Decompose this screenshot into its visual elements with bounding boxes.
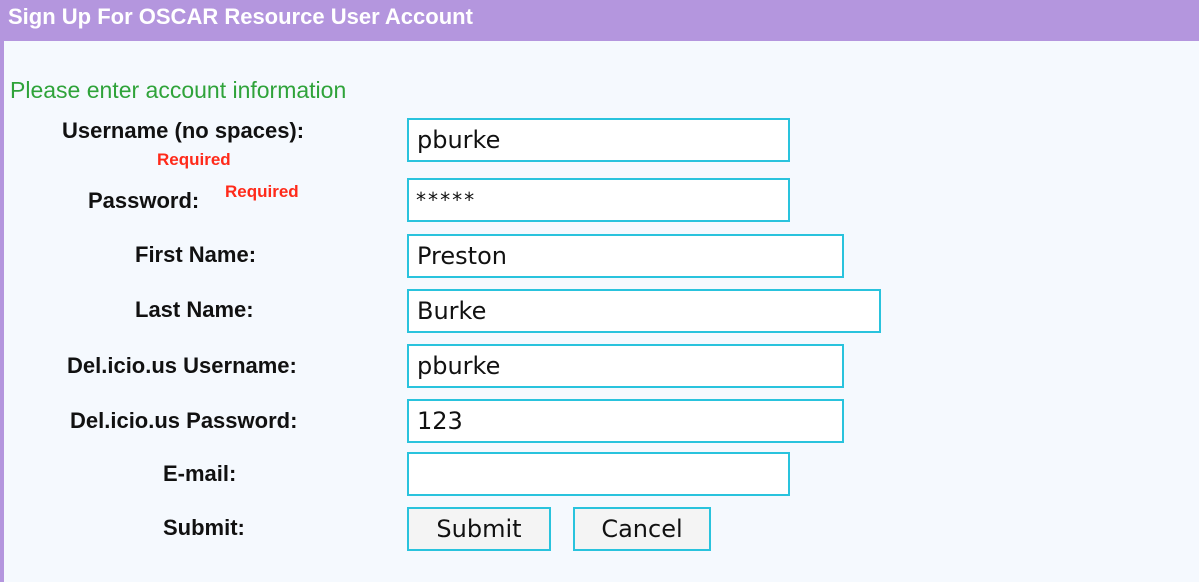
submit-button[interactable]: Submit (407, 507, 551, 551)
first-name-label: First Name: (135, 242, 257, 267)
password-required-note: Required (225, 182, 299, 201)
cancel-button[interactable]: Cancel (573, 507, 711, 551)
email-label: E-mail: (163, 461, 237, 486)
username-field[interactable] (407, 118, 790, 162)
password-field[interactable] (407, 178, 790, 222)
last-name-field[interactable] (407, 289, 881, 333)
submit-row-label: Submit: (163, 515, 245, 540)
signup-panel: Sign Up For OSCAR Resource User Account … (0, 0, 1199, 582)
intro-text: Please enter account information (10, 77, 347, 103)
password-label: Password: (88, 188, 200, 213)
email-field[interactable] (407, 452, 790, 496)
delicious-password-field[interactable] (407, 399, 844, 443)
username-required-note: Required (157, 150, 231, 169)
delicious-password-label: Del.icio.us Password: (70, 408, 298, 433)
delicious-username-field[interactable] (407, 344, 844, 388)
last-name-label: Last Name: (135, 297, 254, 322)
username-label: Username (no spaces): (62, 118, 305, 143)
first-name-field[interactable] (407, 234, 844, 278)
delicious-username-label: Del.icio.us Username: (67, 353, 297, 378)
page-title: Sign Up For OSCAR Resource User Account (0, 0, 1199, 41)
